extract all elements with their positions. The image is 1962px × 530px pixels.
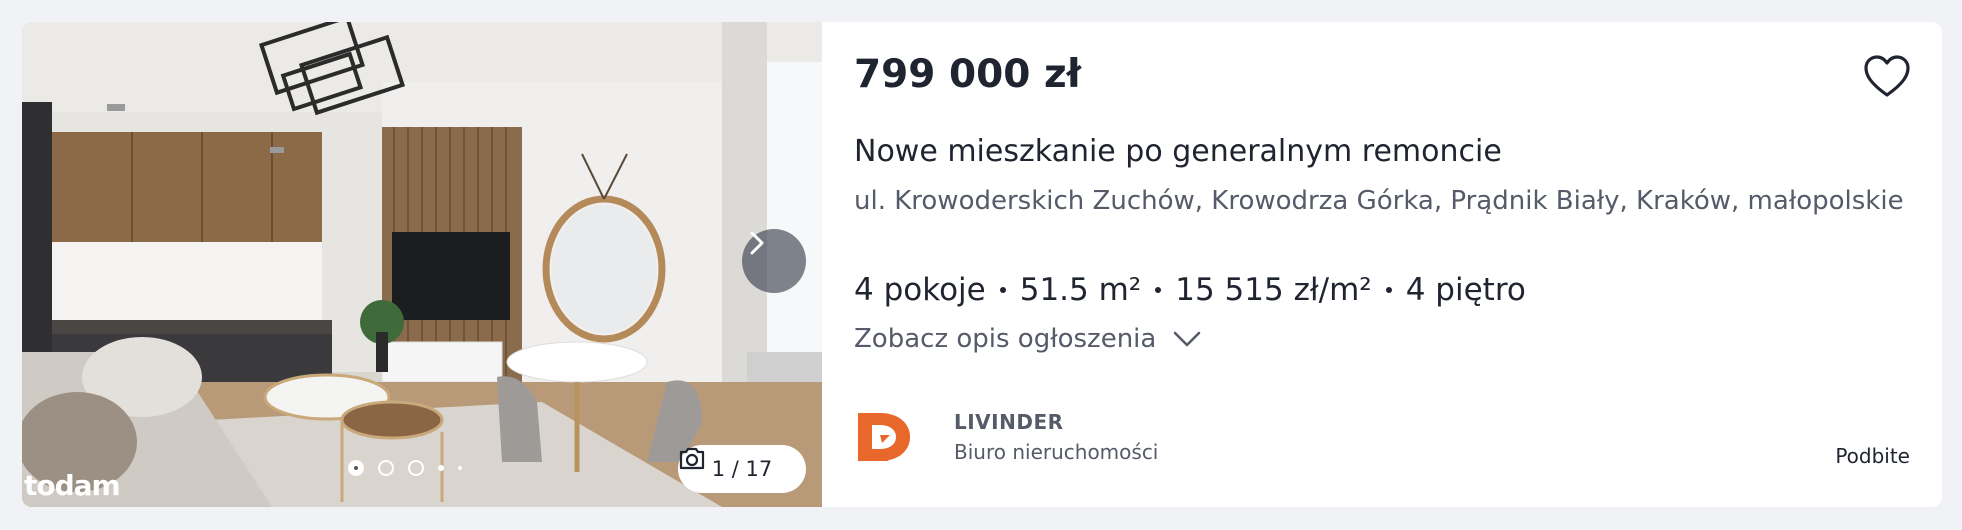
show-description-toggle[interactable]: Zobacz opis ogłoszenia: [854, 324, 1202, 354]
watermark-logo: todam: [24, 469, 121, 502]
separator-dot: [999, 287, 1006, 293]
chevron-right-icon: [750, 231, 764, 255]
listing-photo: [22, 22, 822, 507]
agency-info[interactable]: LIVINDER Biuro nieruchomości: [854, 402, 1158, 472]
pagination-dot[interactable]: [458, 466, 462, 470]
listing-title[interactable]: Nowe mieszkanie po generalnym remoncie: [854, 134, 1502, 169]
pagination-dot[interactable]: [438, 465, 444, 471]
favorite-button[interactable]: [1862, 52, 1912, 102]
gallery-next-button[interactable]: [742, 229, 806, 293]
camera-icon: [679, 447, 705, 470]
gallery-pagination: [348, 460, 462, 476]
param-floor: 4 piętro: [1405, 272, 1526, 308]
agency-text: LIVINDER Biuro nieruchomości: [954, 410, 1158, 464]
separator-dot: [1155, 287, 1162, 293]
listing-address: ul. Krowoderskich Zuchów, Krowodrza Górk…: [854, 186, 1904, 216]
listing-params: 4 pokoje 51.5 m² 15 515 zł/m² 4 piętro: [854, 272, 1526, 308]
agency-type: Biuro nieruchomości: [954, 440, 1159, 464]
pagination-dot-active[interactable]: [348, 460, 364, 476]
photo-counter-button[interactable]: 1 / 17: [678, 445, 806, 493]
photo-gallery[interactable]: 1 / 17 todam: [22, 22, 822, 507]
chevron-down-icon: [1174, 331, 1201, 347]
separator-dot: [1385, 287, 1392, 293]
livinder-logo-icon: [858, 413, 910, 461]
param-price-per-m2: 15 515 zł/m²: [1175, 272, 1372, 308]
promoted-badge: Podbite: [1835, 444, 1910, 468]
pagination-dot[interactable]: [378, 460, 394, 476]
agency-logo: [854, 402, 954, 472]
param-area: 51.5 m²: [1019, 272, 1142, 308]
pagination-dot[interactable]: [408, 460, 424, 476]
heart-icon: [1864, 55, 1910, 97]
agency-name: LIVINDER: [954, 410, 1064, 434]
param-rooms: 4 pokoje: [854, 272, 986, 308]
listing-card[interactable]: 1 / 17 todam 799 000 zł Nowe mieszkanie …: [22, 22, 1942, 507]
photo-counter-text: 1 / 17: [711, 457, 773, 481]
show-description-label: Zobacz opis ogłoszenia: [854, 324, 1157, 354]
listing-price: 799 000 zł: [854, 52, 1082, 97]
listing-details: 799 000 zł Nowe mieszkanie po generalnym…: [854, 22, 1942, 507]
